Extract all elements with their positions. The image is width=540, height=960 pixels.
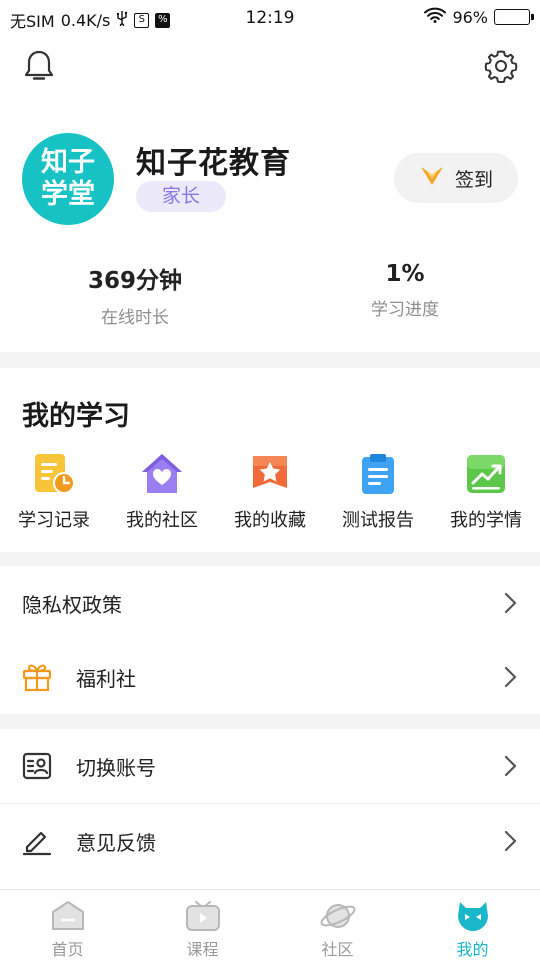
avatar-text-line2: 学堂 bbox=[41, 179, 95, 210]
checkin-button[interactable]: 签到 bbox=[394, 153, 518, 203]
stat-label: 学习进度 bbox=[371, 300, 439, 320]
study-item-favorites[interactable]: 我的收藏 bbox=[216, 452, 324, 532]
edit-pen-icon bbox=[20, 824, 54, 858]
status-bar: 无SIM 0.4K/s S % 12:19 96% bbox=[0, 0, 540, 36]
study-item-label: 学习记录 bbox=[18, 510, 90, 531]
study-item-learning-status[interactable]: 我的学情 bbox=[432, 452, 540, 532]
course-tv-icon bbox=[183, 898, 223, 934]
community-home-icon bbox=[140, 452, 184, 496]
test-report-clipboard-icon bbox=[356, 452, 400, 496]
tab-label: 课程 bbox=[186, 940, 219, 959]
tab-mine[interactable]: 我的 bbox=[405, 890, 540, 960]
tab-label: 我的 bbox=[456, 940, 489, 959]
tab-community[interactable]: 社区 bbox=[270, 890, 405, 960]
role-badge: 家长 bbox=[136, 181, 226, 212]
mine-face-icon bbox=[453, 898, 493, 934]
study-item-record[interactable]: 学习记录 bbox=[0, 452, 108, 532]
chevron-right-icon bbox=[504, 755, 517, 777]
study-item-test-report[interactable]: 测试报告 bbox=[324, 452, 432, 532]
status-right: 96% bbox=[424, 7, 534, 27]
checkin-icon bbox=[419, 164, 445, 193]
bell-icon[interactable] bbox=[19, 46, 59, 86]
profile-header: 知子 学堂 知子花教育 家长 签到 369分钟 在线时长 1% 学习进度 bbox=[0, 36, 540, 352]
username: 知子花教育 bbox=[136, 146, 291, 181]
study-item-label: 我的社区 bbox=[126, 510, 198, 531]
stat-value: 1% bbox=[385, 261, 425, 287]
chevron-right-icon bbox=[504, 592, 517, 614]
tab-course[interactable]: 课程 bbox=[135, 890, 270, 960]
avatar[interactable]: 知子 学堂 bbox=[22, 133, 114, 225]
tab-label: 社区 bbox=[321, 940, 354, 959]
battery-icon bbox=[494, 9, 534, 25]
stat-value: 369分钟 bbox=[87, 268, 182, 294]
chevron-right-icon bbox=[504, 666, 517, 688]
battery-percent: 96% bbox=[452, 7, 488, 27]
chevron-right-icon bbox=[504, 830, 517, 852]
study-record-icon bbox=[32, 452, 76, 496]
avatar-text-line1: 知子 bbox=[41, 147, 95, 178]
wifi-icon bbox=[424, 7, 447, 27]
home-icon bbox=[48, 898, 88, 934]
gear-icon[interactable] bbox=[481, 46, 521, 86]
menu-item-label: 意见反馈 bbox=[76, 830, 156, 855]
menu-item-feedback[interactable]: 意见反馈 bbox=[0, 804, 540, 878]
menu-item-label: 切换账号 bbox=[76, 755, 156, 780]
bottom-tab-bar: 首页 课程 社区 我的 bbox=[0, 889, 540, 960]
learning-trend-icon bbox=[464, 452, 508, 496]
gift-icon bbox=[20, 660, 54, 694]
study-item-label: 我的收藏 bbox=[234, 510, 306, 531]
study-item-label: 测试报告 bbox=[342, 510, 414, 531]
stat-label: 在线时长 bbox=[101, 308, 169, 328]
stats-row: 369分钟 在线时长 1% 学习进度 bbox=[0, 261, 540, 328]
menu-item-label: 福利社 bbox=[76, 666, 136, 691]
stat-study-progress[interactable]: 1% 学习进度 bbox=[270, 261, 540, 328]
menu-group-2: 切换账号 意见反馈 bbox=[0, 729, 540, 889]
menu-group-1: 隐私权政策 福利社 bbox=[0, 566, 540, 714]
stat-online-time[interactable]: 369分钟 在线时长 bbox=[0, 261, 270, 328]
menu-item-privacy[interactable]: 隐私权政策 bbox=[0, 566, 540, 640]
menu-item-switch-account[interactable]: 切换账号 bbox=[0, 729, 540, 803]
tab-home[interactable]: 首页 bbox=[0, 890, 135, 960]
tab-label: 首页 bbox=[51, 940, 84, 959]
study-item-community[interactable]: 我的社区 bbox=[108, 452, 216, 532]
menu-item-welfare[interactable]: 福利社 bbox=[0, 640, 540, 714]
section-title: 我的学习 bbox=[22, 401, 130, 432]
study-item-label: 我的学情 bbox=[450, 510, 522, 531]
menu-item-label: 隐私权政策 bbox=[22, 592, 122, 617]
favorites-star-icon bbox=[248, 452, 292, 496]
planet-icon bbox=[318, 898, 358, 934]
checkin-label: 签到 bbox=[454, 168, 493, 191]
my-study-section: 我的学习 学习记录 我的社区 我的收藏 测试报告 我的学情 bbox=[0, 368, 540, 552]
study-grid: 学习记录 我的社区 我的收藏 测试报告 我的学情 bbox=[0, 452, 540, 532]
switch-account-icon bbox=[20, 749, 54, 783]
